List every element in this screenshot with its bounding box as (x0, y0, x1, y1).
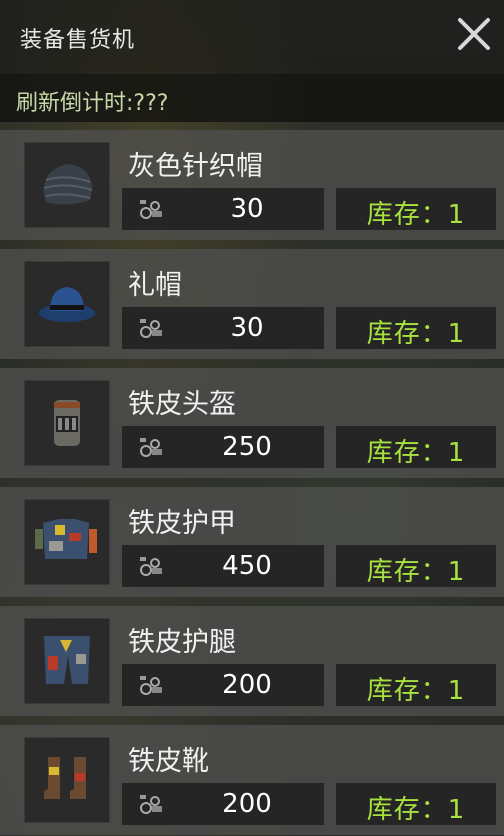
item-thumbnail (24, 737, 110, 823)
item-price: 250 (222, 432, 272, 462)
shop-item[interactable]: 铁皮护甲 450 库存：1 (0, 487, 504, 597)
shop-item[interactable]: 铁皮护腿 200 库存：1 (0, 606, 504, 716)
price-box: 30 (122, 307, 324, 349)
close-button[interactable] (454, 14, 494, 54)
metal-helmet-icon (54, 400, 80, 446)
item-thumbnail (24, 261, 110, 347)
item-stock: 库存：1 (366, 557, 466, 587)
panel-title: 装备售货机 (20, 28, 136, 53)
price-box: 30 (122, 188, 324, 230)
price-box: 200 (122, 783, 324, 825)
item-price: 30 (230, 194, 264, 224)
item-thumbnail (24, 618, 110, 704)
item-price: 30 (230, 313, 264, 343)
price-box: 250 (122, 426, 324, 468)
shop-item[interactable]: 礼帽 30 库存：1 (0, 249, 504, 359)
knit-hat-icon (43, 164, 93, 205)
item-price: 450 (222, 551, 272, 581)
header-bar: 装备售货机 (0, 0, 504, 74)
item-stock: 库存：1 (366, 319, 466, 349)
stock-box: 库存：1 (336, 426, 496, 468)
item-stock: 库存：1 (366, 200, 466, 230)
scrap-metal-icon (140, 795, 162, 814)
scrap-metal-icon (140, 319, 162, 338)
fedora-hat-icon (39, 287, 95, 322)
stock-box: 库存：1 (336, 188, 496, 230)
metal-boots-icon (44, 757, 86, 799)
item-stock: 库存：1 (366, 795, 466, 825)
item-price: 200 (222, 670, 272, 700)
item-thumbnail (24, 499, 110, 585)
stock-box: 库存：1 (336, 545, 496, 587)
shop-item[interactable]: 铁皮头盔 250 库存：1 (0, 368, 504, 478)
metal-leggings-icon (44, 636, 90, 684)
item-stock: 库存：1 (366, 438, 466, 468)
stock-box: 库存：1 (336, 664, 496, 706)
scrap-metal-icon (140, 200, 162, 219)
vending-machine-panel: 装备售货机 刷新倒计时:??? 灰色针织帽 30 库存：1 礼帽 30 库存：1… (0, 0, 504, 836)
metal-armor-icon (35, 519, 97, 559)
shop-item[interactable]: 灰色针织帽 30 库存：1 (0, 130, 504, 240)
item-name: 铁皮护腿 (128, 627, 236, 658)
item-stock: 库存：1 (366, 676, 466, 706)
refresh-countdown: 刷新倒计时:??? (16, 91, 169, 116)
stock-box: 库存：1 (336, 783, 496, 825)
close-icon (458, 18, 490, 50)
shop-item[interactable]: 铁皮靴 200 库存：1 (0, 725, 504, 835)
scrap-metal-icon (140, 438, 162, 457)
item-name: 铁皮头盔 (128, 389, 236, 420)
scrap-metal-icon (140, 676, 162, 695)
stock-box: 库存：1 (336, 307, 496, 349)
item-name: 铁皮靴 (128, 746, 209, 777)
scrap-metal-icon (140, 557, 162, 576)
item-thumbnail (24, 380, 110, 466)
item-thumbnail (24, 142, 110, 228)
item-name: 铁皮护甲 (128, 508, 236, 539)
item-name: 灰色针织帽 (128, 151, 263, 182)
item-price: 200 (222, 789, 272, 819)
price-box: 450 (122, 545, 324, 587)
price-box: 200 (122, 664, 324, 706)
item-name: 礼帽 (128, 270, 182, 301)
